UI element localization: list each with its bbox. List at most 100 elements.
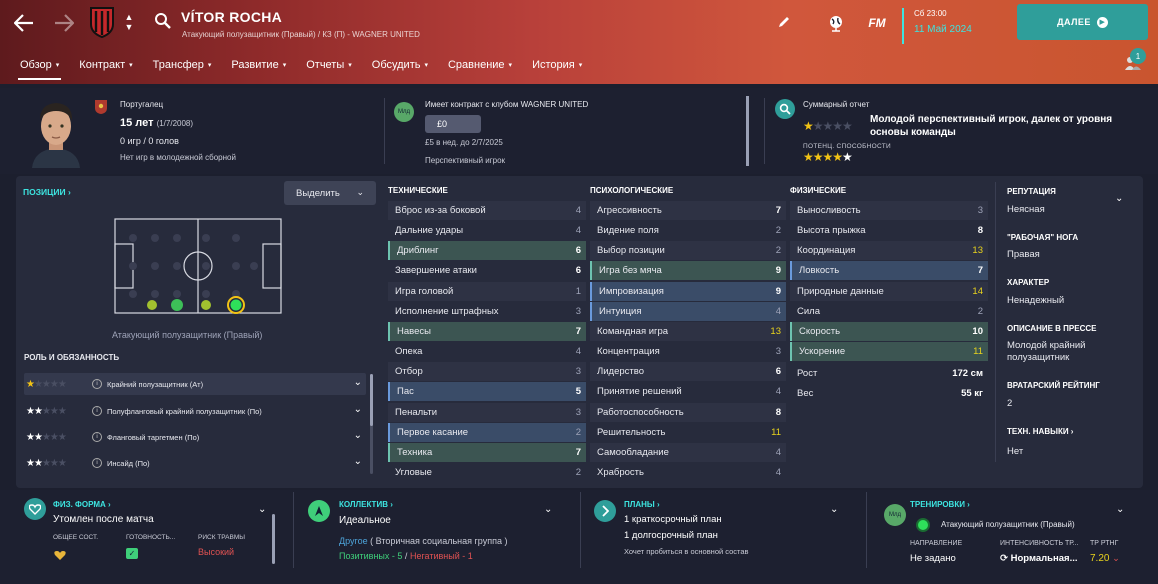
tab-discuss[interactable]: Обсудить ▾ — [362, 54, 438, 76]
tab-overview[interactable]: Обзор ▾ — [10, 54, 69, 80]
attribute-row[interactable]: Концентрация 3 — [590, 342, 786, 361]
attribute-row[interactable]: Принятие решений 4 — [590, 382, 786, 401]
highlight-dropdown[interactable]: Выделить ⌄ — [284, 181, 376, 205]
pencil-icon[interactable] — [774, 12, 794, 32]
wage-box[interactable]: £0 — [425, 115, 481, 133]
physical-header: ФИЗИЧЕСКИЕ — [790, 186, 847, 195]
chevron-down-icon[interactable]: ⌄ — [354, 377, 362, 388]
attribute-name: Командная игра — [597, 325, 669, 337]
role-name: Крайний полузащитник (Ат) — [107, 379, 204, 389]
info-icon[interactable]: i — [92, 458, 102, 468]
roles-scrollbar-thumb[interactable] — [370, 374, 373, 426]
chevron-down-icon[interactable]: ⌄ — [1115, 193, 1123, 204]
attribute-row[interactable]: Решительность 11 — [590, 423, 786, 442]
info-icon[interactable]: i — [92, 379, 102, 389]
attribute-name: Исполнение штрафных — [395, 305, 499, 317]
role-row[interactable]: ★★★★★ i Полуфланговый крайний полузащитн… — [24, 400, 366, 422]
attribute-row[interactable]: Командная игра 13 — [590, 321, 786, 341]
attribute-row[interactable]: Дальние удары 4 — [388, 221, 586, 240]
attribute-row[interactable]: Интуиция 4 — [590, 301, 786, 321]
attribute-row[interactable]: Угловые 2 — [388, 463, 586, 482]
attribute-row[interactable]: Высота прыжка 8 — [790, 221, 988, 240]
short-term-plan[interactable]: 1 краткосрочный план — [624, 514, 722, 525]
attribute-row[interactable]: Пас 5 — [388, 382, 586, 402]
attribute-row[interactable]: Природные данные 14 — [790, 281, 988, 301]
fitness-link[interactable]: ФИЗ. ФОРМА › — [53, 500, 111, 509]
intensity-value[interactable]: ⟳ Нормальная... — [1000, 553, 1078, 564]
intensity-text: Нормальная... — [1010, 553, 1078, 564]
tab-transfer[interactable]: Трансфер ▾ — [143, 54, 222, 76]
attribute-row[interactable]: Выносливость 3 — [790, 201, 988, 220]
fitness-scrollbar[interactable] — [272, 514, 275, 564]
tab-contract[interactable]: Контракт ▾ — [69, 54, 142, 76]
globe-icon[interactable] — [825, 12, 847, 34]
positions-link[interactable]: ПОЗИЦИИ › — [23, 187, 71, 197]
attribute-row[interactable]: Импровизация 9 — [590, 281, 786, 301]
search-icon[interactable] — [152, 10, 174, 32]
training-link[interactable]: ТРЕНИРОВКИ › — [910, 500, 970, 509]
attribute-row[interactable]: Агрессивность 7 — [590, 201, 786, 220]
injury-value: Высокий — [198, 547, 235, 557]
back-arrow-icon[interactable] — [8, 8, 40, 38]
tab-development[interactable]: Развитие ▾ — [221, 54, 296, 76]
foot-value: Правая — [1007, 249, 1040, 260]
direction-value[interactable]: Не задано — [910, 553, 956, 564]
tab-compare[interactable]: Сравнение ▾ — [438, 54, 522, 76]
fm-logo[interactable]: FM — [864, 14, 890, 32]
attribute-row[interactable]: Ловкость 7 — [790, 261, 988, 281]
chevron-down-icon[interactable]: ⌄ — [258, 504, 266, 515]
chevron-down-icon[interactable]: ⌄ — [544, 504, 552, 515]
attribute-row[interactable]: Вброс из-за боковой 4 — [388, 201, 586, 220]
info-icon[interactable]: i — [92, 432, 102, 442]
attribute-row[interactable]: Самообладание 4 — [590, 442, 786, 462]
attribute-row[interactable]: Работоспособность 8 — [590, 402, 786, 422]
plans-link[interactable]: ПЛАНЫ › — [624, 500, 660, 509]
long-term-plan[interactable]: 1 долгосрочный план — [624, 530, 718, 541]
role-row[interactable]: ★★★★★ i Крайний полузащитник (Ат) ⌄ — [24, 373, 366, 395]
attribute-row[interactable]: Навесы 7 — [388, 321, 586, 341]
team-link[interactable]: КОЛЛЕКТИВ › — [339, 500, 393, 509]
fitness-value: Утомлен после матча — [53, 514, 154, 525]
continue-button[interactable]: ДАЛЕЕ ▶ — [1017, 4, 1148, 40]
attribute-row[interactable]: Опека 4 — [388, 342, 586, 361]
player-switch-chevrons-icon[interactable]: ▲ ▼ — [122, 9, 136, 35]
attribute-row[interactable]: Выбор позиции 2 — [590, 241, 786, 261]
attribute-row[interactable]: Ускорение 11 — [790, 342, 988, 362]
attribute-row[interactable]: Исполнение штрафных 3 — [388, 302, 586, 321]
forward-arrow-icon[interactable] — [50, 8, 78, 38]
scroll-indicator[interactable] — [746, 96, 749, 166]
attribute-row[interactable]: Отбор 3 — [388, 362, 586, 382]
attribute-row[interactable]: Лидерство 6 — [590, 362, 786, 382]
chevron-down-icon[interactable]: ⌄ — [354, 456, 362, 467]
attribute-row[interactable]: Игра без мяча 9 — [590, 261, 786, 281]
chevron-down-icon[interactable]: ⌄ — [354, 404, 362, 415]
attribute-row[interactable]: Игра головой 1 — [388, 281, 586, 301]
attribute-row[interactable]: Скорость 10 — [790, 321, 988, 341]
tab-history[interactable]: История ▾ — [522, 54, 592, 76]
chevron-down-icon[interactable]: ⌄ — [354, 430, 362, 441]
attribute-row[interactable]: Дриблинг 6 — [388, 241, 586, 261]
attribute-row[interactable]: Сила 2 — [790, 302, 988, 321]
role-title: РОЛЬ И ОБЯЗАННОСТЬ — [24, 353, 120, 362]
attribute-name: Интуиция — [599, 305, 642, 317]
attribute-row[interactable]: Техника 7 — [388, 442, 586, 462]
chevron-down-icon[interactable]: ⌄ — [830, 504, 838, 515]
attribute-row[interactable]: Первое касание 2 — [388, 422, 586, 442]
info-icon[interactable]: i — [92, 406, 102, 416]
attribute-row[interactable]: Пенальти 3 — [388, 402, 586, 422]
chevron-down-icon[interactable]: ⌄ — [1116, 504, 1124, 515]
tab-reports[interactable]: Отчеты ▾ — [296, 54, 362, 76]
club-crest-icon[interactable] — [88, 6, 116, 38]
attribute-row[interactable]: Координация 13 — [790, 241, 988, 261]
search-report-icon[interactable] — [775, 99, 795, 119]
tech-skills-link[interactable]: ТЕХН. НАВЫКИ › — [1007, 427, 1073, 436]
attribute-row[interactable]: Видение поля 2 — [590, 221, 786, 240]
attribute-row[interactable]: Завершение атаки 6 — [388, 261, 586, 280]
social-group-name[interactable]: Другое — [339, 536, 368, 546]
role-row[interactable]: ★★★★★ i Инсайд (По) ⌄ — [24, 452, 366, 474]
role-row[interactable]: ★★★★★ i Фланговый таргетмен (По) ⌄ — [24, 426, 366, 448]
attribute-row[interactable]: Храбрость 4 — [590, 463, 786, 482]
report-title: Суммарный отчет — [803, 100, 870, 109]
chevron-down-icon: ▾ — [508, 62, 513, 69]
date-label[interactable]: 11 Май 2024 — [914, 24, 972, 35]
